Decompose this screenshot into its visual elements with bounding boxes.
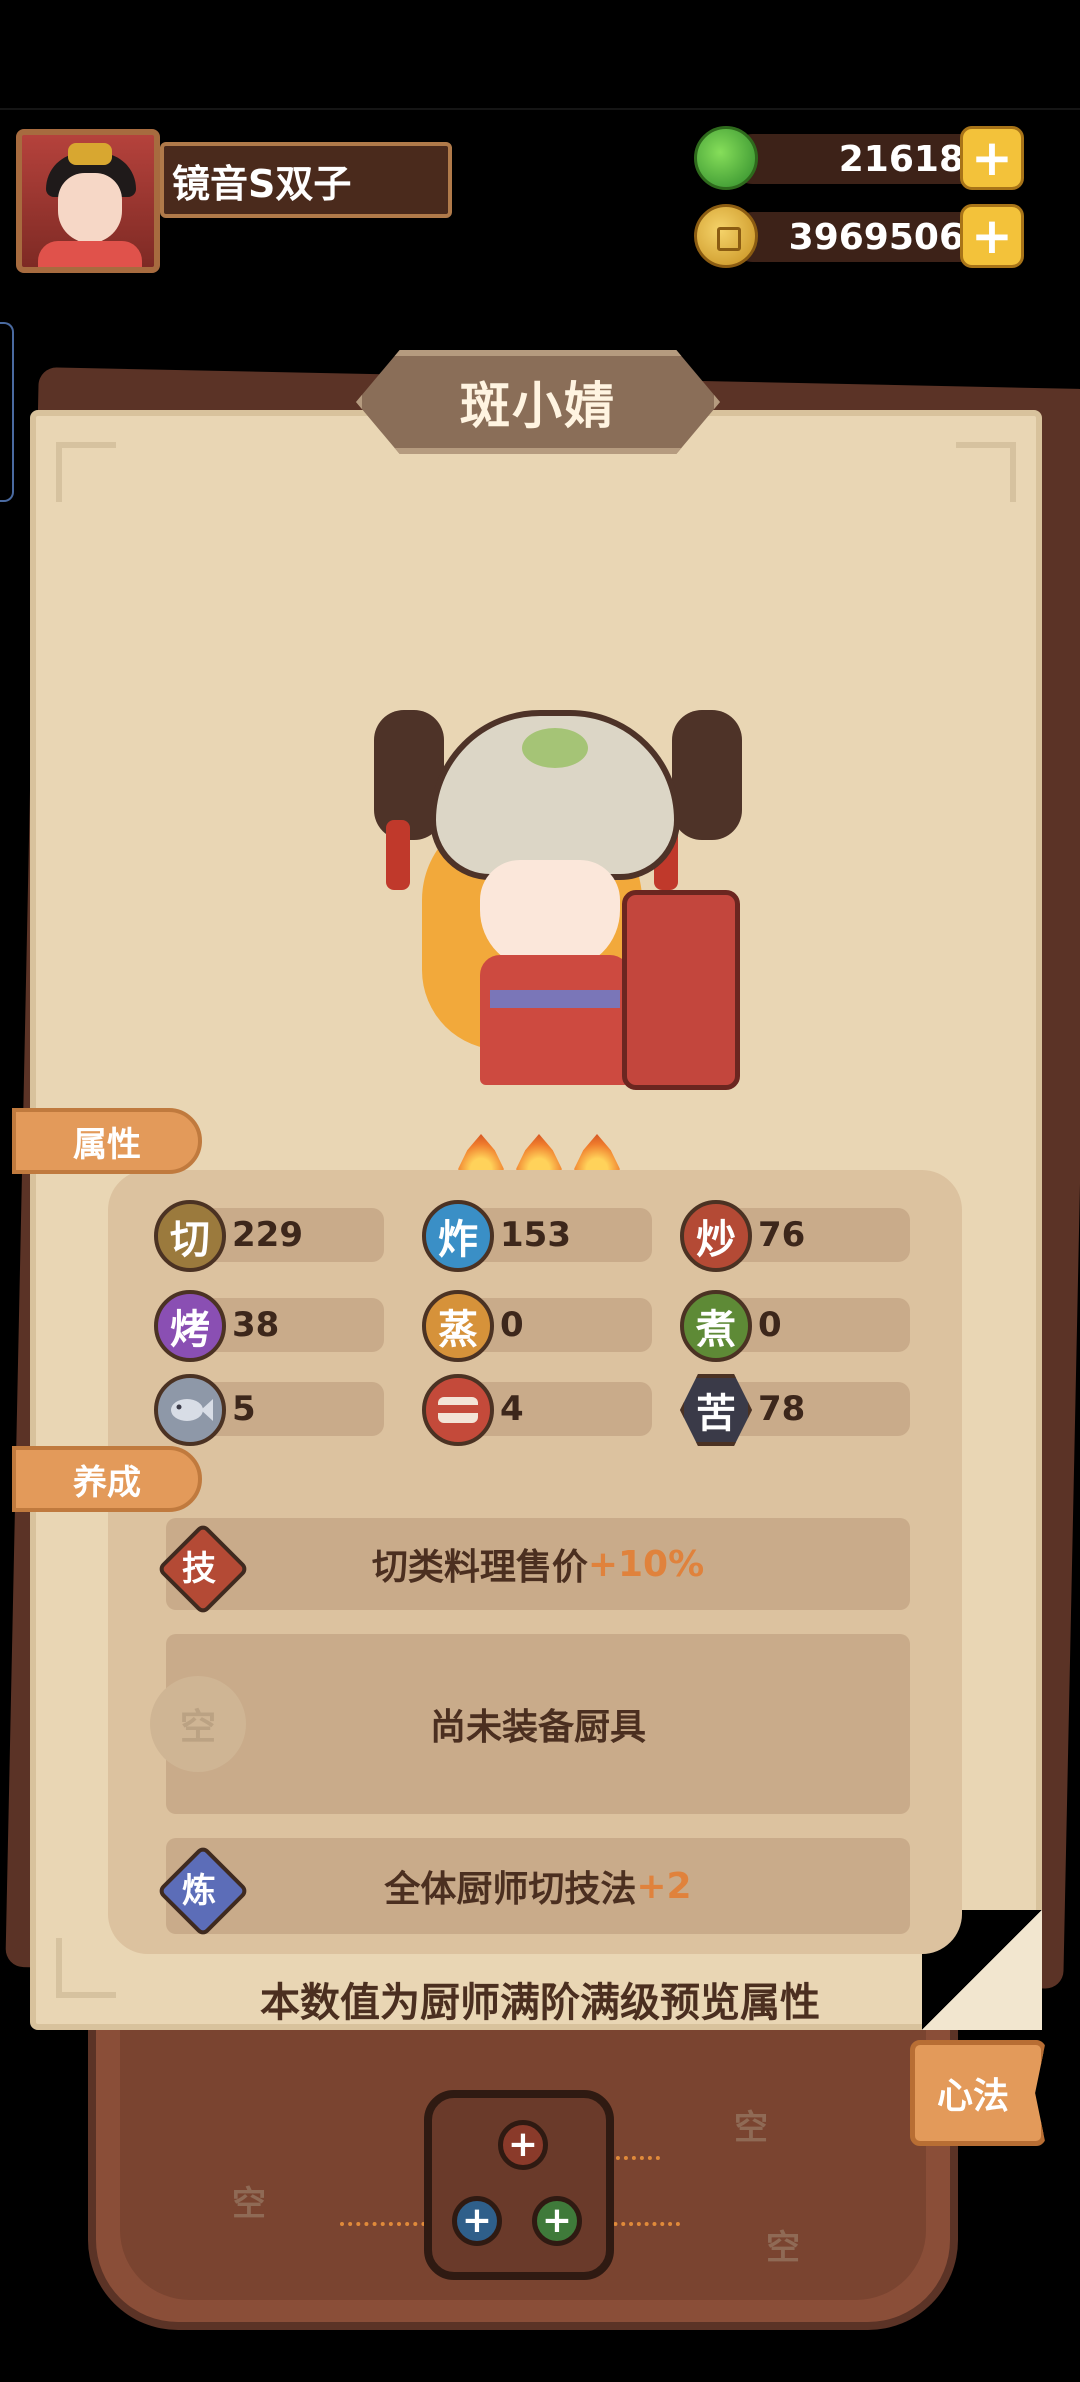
stat-cut: 229 切	[154, 1200, 384, 1272]
cutting-board	[622, 890, 740, 1090]
top-divider	[0, 108, 1080, 110]
player-name: 镜音S双子	[172, 161, 352, 206]
stat-stirfry: 76 炒	[680, 1200, 910, 1272]
skill-badge-icon[interactable]: 技	[158, 1524, 240, 1606]
mind-method-button[interactable]: 心法	[910, 2040, 1046, 2146]
equipment-row[interactable]: 尚未装备厨具	[166, 1634, 910, 1814]
jade-currency: 21618 +	[694, 126, 1026, 190]
jade-amount: 21618	[838, 138, 964, 180]
equipment-slot[interactable]: 空	[150, 1676, 246, 1772]
refine-bonus: +2	[636, 1865, 692, 1907]
tab-attributes[interactable]: 属性	[12, 1108, 202, 1174]
mind-empty-bottom-right: 空	[766, 2228, 800, 2268]
mind-empty-left: 空	[232, 2184, 266, 2224]
stat-fish: 5	[154, 1374, 384, 1446]
chef-name-plate: 斑小婧	[356, 350, 720, 454]
stat-roast: 38 烤	[154, 1290, 384, 1362]
stat-meat: 4	[422, 1374, 652, 1446]
skill-text: 切类料理售价	[371, 1547, 588, 1588]
roast-icon: 烤	[154, 1290, 226, 1362]
skill-bonus: +10%	[587, 1543, 705, 1585]
meat-icon	[422, 1374, 494, 1446]
stirfry-icon: 炒	[680, 1200, 752, 1272]
skill-row: 切类料理售价 +10%	[166, 1518, 910, 1610]
equipment-text: 尚未装备厨具	[429, 1707, 646, 1748]
cut-icon: 切	[154, 1200, 226, 1272]
stat-boil: 0 煮	[680, 1290, 910, 1362]
stat-bitter: 78 苦	[680, 1374, 910, 1446]
coin-currency: 3969506 +	[694, 204, 1026, 268]
tab-cultivation[interactable]: 养成	[12, 1446, 202, 1512]
preview-note: 本数值为厨师满阶满级预览属性	[260, 1980, 820, 2026]
jade-icon	[694, 126, 758, 190]
player-avatar[interactable]	[16, 129, 160, 273]
stat-steam: 0 蒸	[422, 1290, 652, 1362]
mind-empty-top-right: 空	[734, 2108, 768, 2148]
coin-amount: 3969506	[788, 216, 964, 258]
chef-portrait	[370, 700, 760, 1100]
mind-core[interactable]	[424, 2090, 614, 2280]
refine-row: 全体厨师切技法 +2	[166, 1838, 910, 1934]
mind-slot-green[interactable]: +	[532, 2196, 582, 2246]
add-coin-button[interactable]: +	[960, 204, 1024, 268]
refine-badge-icon[interactable]: 炼	[158, 1846, 240, 1928]
player-name-plate: 镜音S双子	[160, 142, 452, 218]
mind-slot-red[interactable]: +	[498, 2120, 548, 2170]
steam-icon: 蒸	[422, 1290, 494, 1362]
mind-slot-blue[interactable]: +	[452, 2196, 502, 2246]
stat-fry: 153 炸	[422, 1200, 652, 1272]
fry-icon: 炸	[422, 1200, 494, 1272]
coin-icon	[694, 204, 758, 268]
fish-icon	[154, 1374, 226, 1446]
chef-name: 斑小婧	[460, 377, 616, 435]
boil-icon: 煮	[680, 1290, 752, 1362]
side-drawer-handle[interactable]	[0, 322, 14, 502]
add-jade-button[interactable]: +	[960, 126, 1024, 190]
refine-text: 全体厨师切技法	[384, 1869, 637, 1910]
